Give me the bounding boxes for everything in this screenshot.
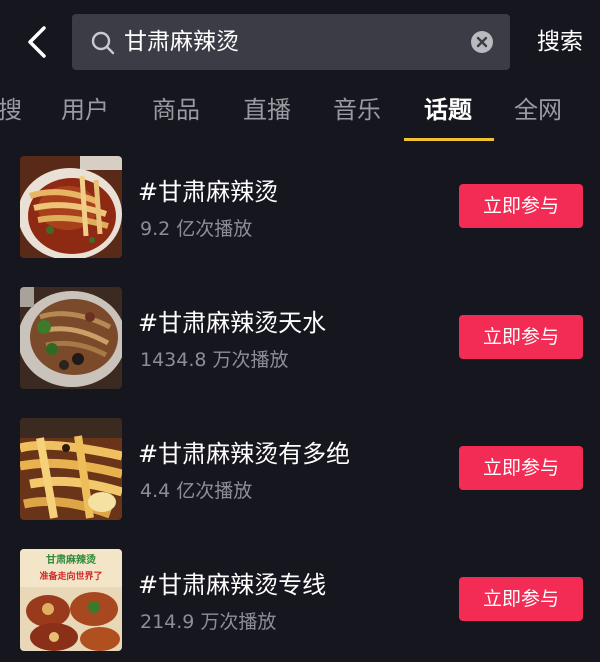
topic-title: #甘肃麻辣烫天水 [138, 309, 327, 337]
tab-users[interactable]: 用户 [61, 84, 109, 138]
topic-play-count: 4.4 亿次播放 [140, 480, 253, 502]
search-icon [91, 31, 115, 55]
topic-search-screen: 甘肃麻辣烫 搜索 搜 用户 商品 直播 音乐 话题 全网 #甘肃麻辣烫 9.2 … [0, 0, 600, 662]
search-input[interactable]: 甘肃麻辣烫 [72, 14, 510, 70]
topic-row[interactable]: #甘肃麻辣烫天水 1434.8 万次播放 立即参与 [0, 281, 600, 399]
topic-title: #甘肃麻辣烫专线 [138, 571, 327, 599]
topic-row[interactable]: #甘肃麻辣烫 9.2 亿次播放 立即参与 [0, 150, 600, 268]
poster-headline: 甘肃麻辣烫 [46, 553, 97, 566]
topic-play-count: 1434.8 万次播放 [140, 349, 289, 371]
clear-icon[interactable] [470, 30, 494, 54]
tab-music[interactable]: 音乐 [333, 84, 381, 138]
topic-title: #甘肃麻辣烫 [138, 178, 279, 206]
active-tab-indicator [404, 138, 494, 141]
topic-play-count: 9.2 亿次播放 [140, 218, 253, 240]
join-topic-button[interactable]: 立即参与 [459, 315, 583, 359]
join-topic-button[interactable]: 立即参与 [459, 446, 583, 490]
food-poster-thumbnail: 甘肃麻辣烫 准备走向世界了 [20, 549, 122, 651]
tab-products[interactable]: 商品 [152, 84, 200, 138]
search-header: 甘肃麻辣烫 搜索 [0, 0, 600, 84]
chevron-left-icon [28, 26, 46, 58]
tab-topics[interactable]: 话题 [424, 84, 472, 138]
tab-live[interactable]: 直播 [243, 84, 291, 138]
tab-search-partial[interactable]: 搜 [0, 84, 22, 138]
join-topic-button[interactable]: 立即参与 [459, 184, 583, 228]
topic-title: #甘肃麻辣烫有多绝 [138, 440, 351, 468]
search-submit-button[interactable]: 搜索 [530, 14, 590, 70]
topic-row[interactable]: 甘肃麻辣烫 准备走向世界了 #甘肃麻辣烫专线 214.9 万次播放 立即参与 [0, 543, 600, 661]
result-tabs: 搜 用户 商品 直播 音乐 话题 全网 [0, 84, 600, 144]
search-query-text: 甘肃麻辣烫 [124, 29, 239, 55]
noodle-closeup-thumbnail [20, 418, 122, 520]
back-button[interactable] [18, 22, 58, 62]
topic-row[interactable]: #甘肃麻辣烫有多绝 4.4 亿次播放 立即参与 [0, 412, 600, 530]
poster-subheadline: 准备走向世界了 [39, 570, 102, 582]
topic-play-count: 214.9 万次播放 [140, 611, 277, 633]
noodle-dish-thumbnail [20, 287, 122, 389]
join-topic-button[interactable]: 立即参与 [459, 577, 583, 621]
noodle-bowl-thumbnail [20, 156, 122, 258]
tab-all-web[interactable]: 全网 [514, 84, 562, 138]
